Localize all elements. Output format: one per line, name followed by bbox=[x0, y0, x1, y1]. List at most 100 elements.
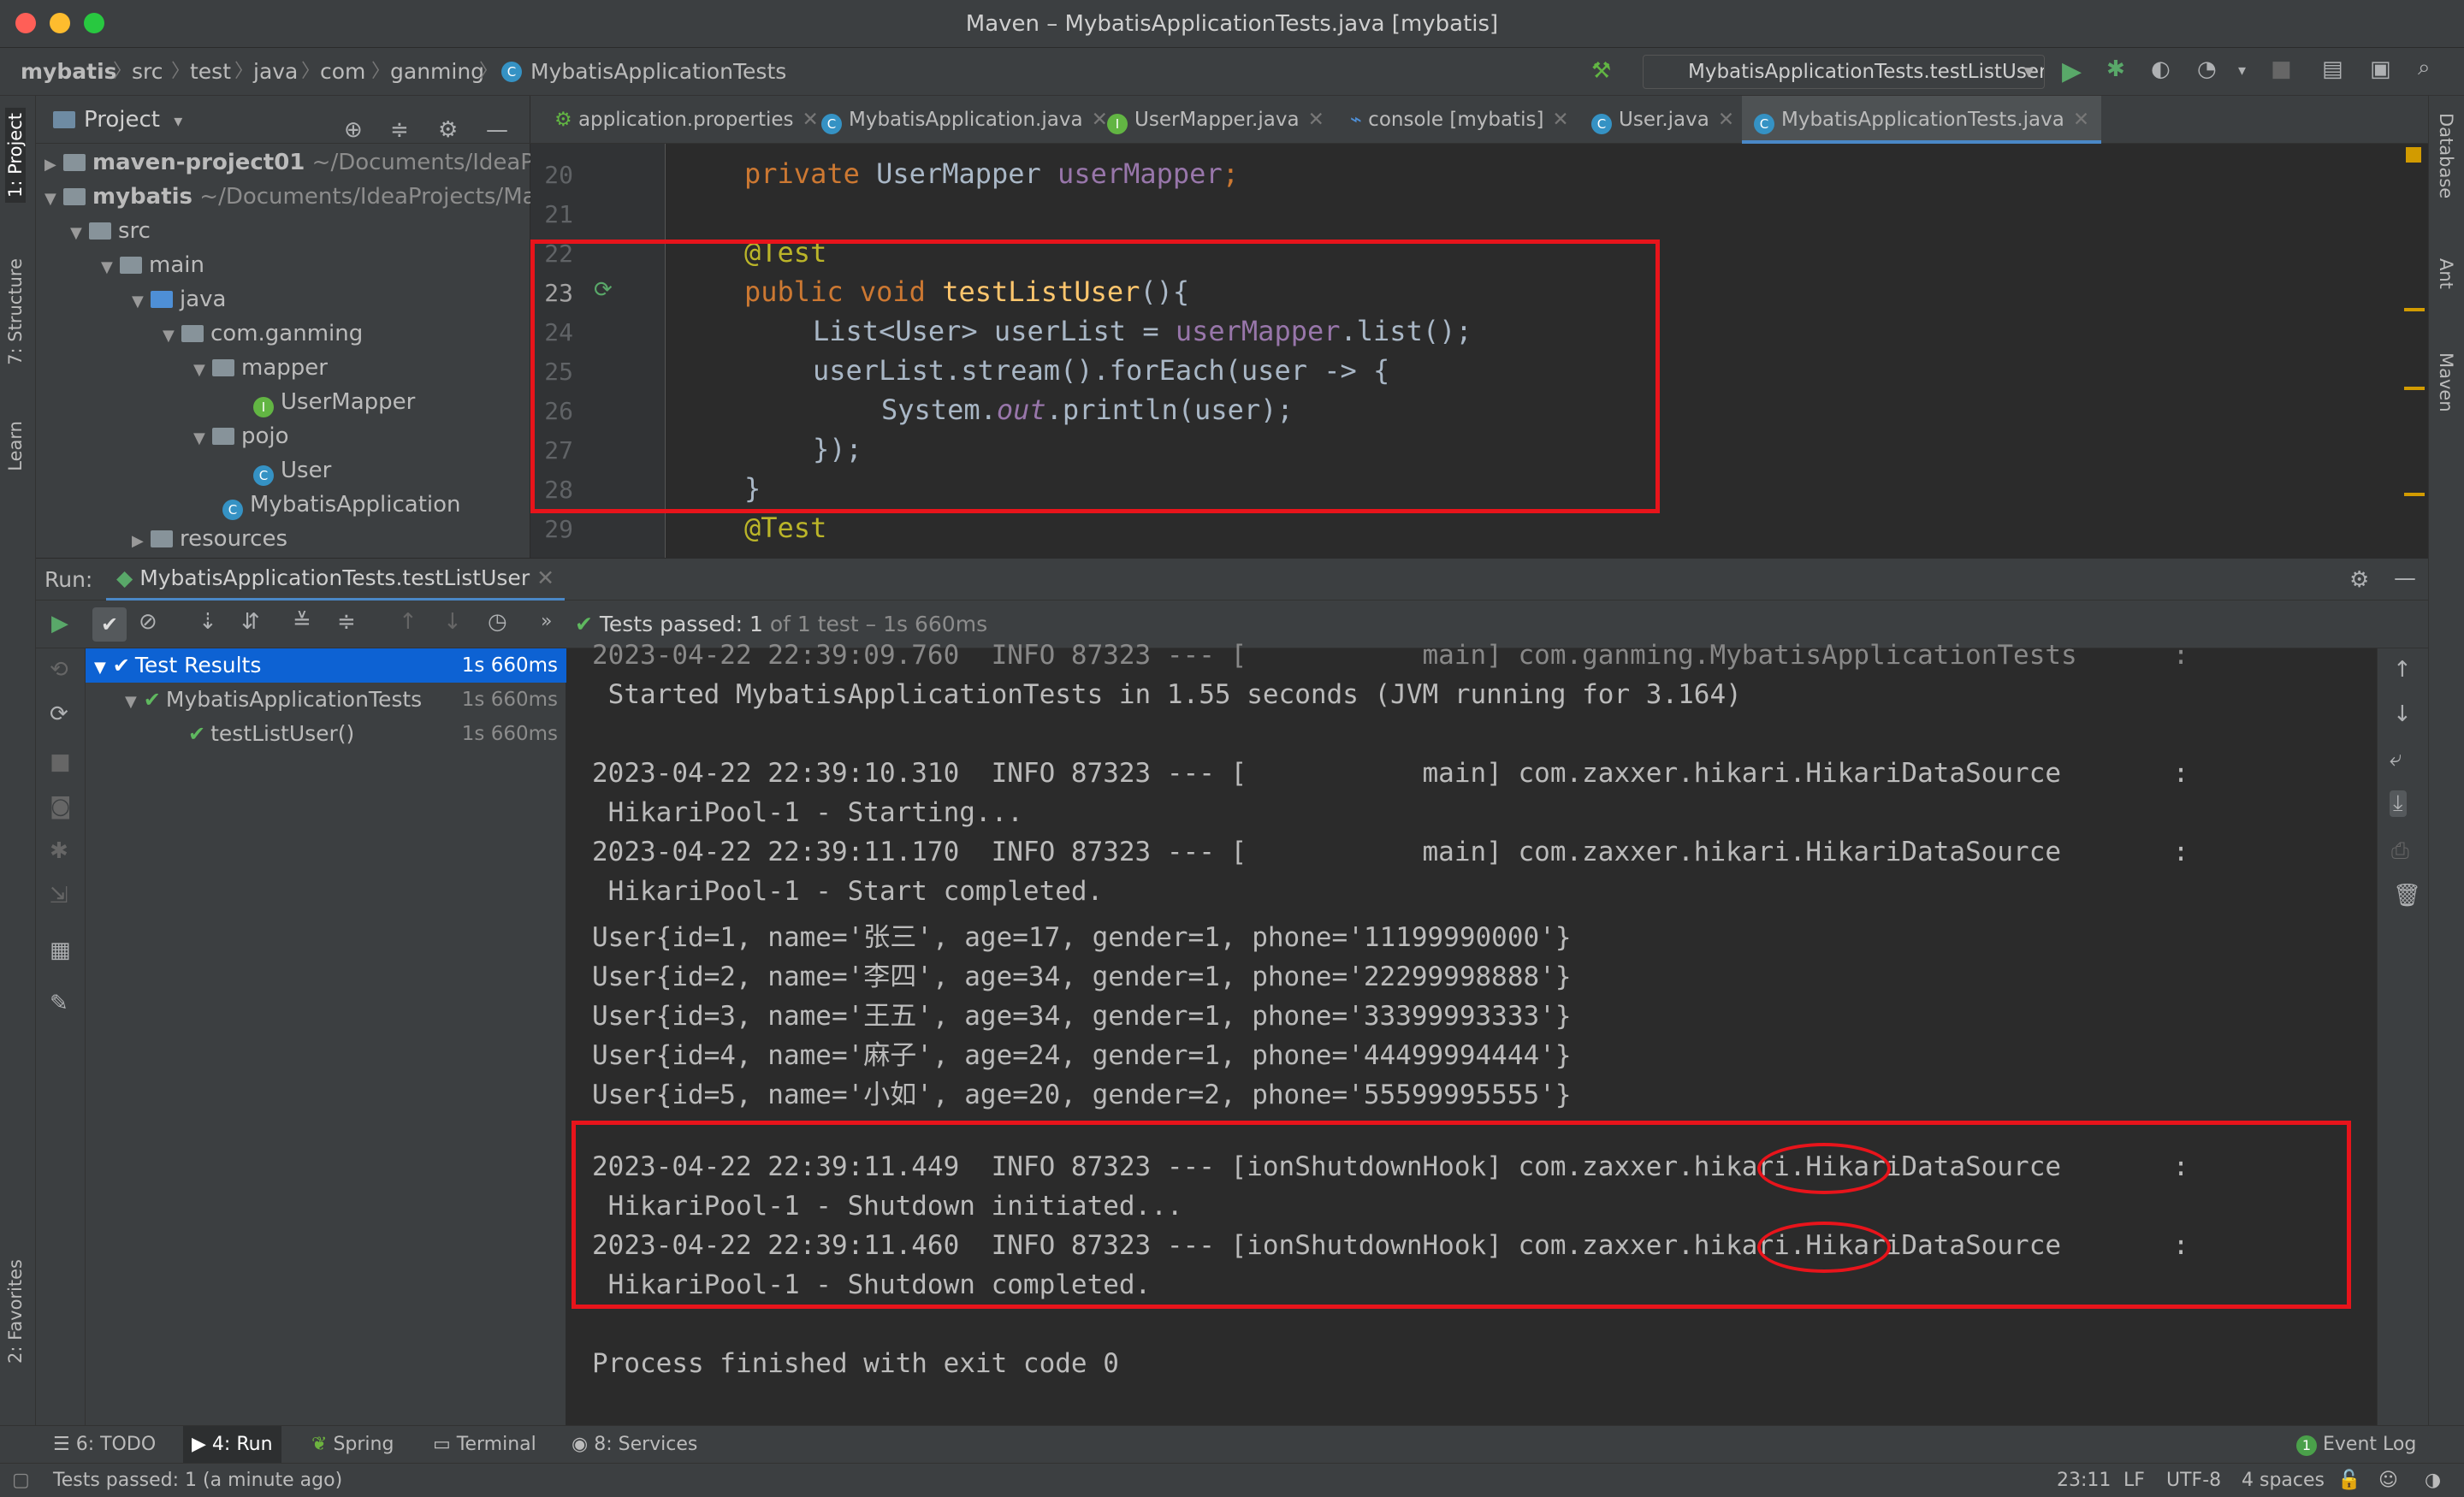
event-log-tool-button[interactable]: 1 Event Log bbox=[2296, 1426, 2416, 1464]
run-test-gutter-icon[interactable]: ⟳ bbox=[594, 277, 613, 303]
profile-icon[interactable]: ◔ bbox=[2197, 56, 2217, 82]
tree-item-src[interactable]: ▼ src bbox=[70, 214, 151, 248]
expand-all-icon[interactable]: ≚ bbox=[293, 609, 311, 635]
run-icon[interactable]: ▶ bbox=[2062, 56, 2082, 86]
trash-icon[interactable]: 🗑 bbox=[2393, 883, 2421, 908]
tree-item-package[interactable]: ▼ com.ganming bbox=[163, 317, 363, 351]
run-configuration-select[interactable]: MybatisApplicationTests.testListUser ▾ bbox=[1643, 55, 2045, 89]
terminal-tool-button[interactable]: ▭ Terminal bbox=[433, 1426, 536, 1464]
status-message[interactable]: Tests passed: 1 (a minute ago) bbox=[53, 1464, 342, 1497]
tree-item-resources[interactable]: ▶ resources bbox=[132, 522, 287, 556]
spring-tool-button[interactable]: ❦ Spring bbox=[311, 1426, 394, 1464]
scroll-to-end-icon[interactable]: ⤓ bbox=[2390, 790, 2407, 817]
code-editor[interactable] bbox=[530, 144, 2428, 558]
ant-tool-tab[interactable]: Ant bbox=[2436, 258, 2456, 289]
stop-icon[interactable]: ■ bbox=[50, 749, 71, 775]
layout-icon[interactable]: ▦ bbox=[50, 938, 71, 963]
next-failed-icon[interactable]: ↓ bbox=[443, 609, 462, 635]
test-method-row[interactable]: ✔ testListUser() 1s 660ms bbox=[86, 717, 566, 751]
breadcrumb-test[interactable]: test bbox=[190, 48, 231, 96]
arrow-up-icon[interactable]: ↑ bbox=[2393, 657, 2412, 683]
build-hammer-icon[interactable]: ⚒ bbox=[1591, 58, 1611, 84]
inspection-warning-icon[interactable] bbox=[2406, 147, 2421, 163]
pin-icon[interactable]: ✎ bbox=[50, 991, 68, 1016]
breadcrumb-mybatis[interactable]: mybatis bbox=[21, 48, 117, 96]
sort-alphabetically-icon[interactable]: ⇣ bbox=[198, 609, 217, 635]
favorites-tool-tab[interactable]: 2: Favorites bbox=[5, 1259, 26, 1364]
todo-tool-button[interactable]: ☰ 6: TODO bbox=[53, 1426, 156, 1464]
collapse-all-icon[interactable]: ≑ bbox=[337, 609, 356, 635]
more-actions-icon[interactable]: » bbox=[541, 611, 552, 632]
test-history-icon[interactable]: ◷ bbox=[488, 609, 507, 635]
indent-setting[interactable]: 4 spaces bbox=[2242, 1464, 2325, 1497]
rerun-icon[interactable]: ▶ bbox=[51, 611, 68, 636]
tree-item-mapper[interactable]: ▼ mapper bbox=[193, 351, 328, 385]
breadcrumb-class[interactable]: MybatisApplicationTests bbox=[530, 48, 786, 96]
memory-indicator-icon[interactable]: ◑ bbox=[2425, 1464, 2441, 1497]
tree-item-pojo[interactable]: ▼ pojo bbox=[193, 419, 289, 453]
more-run-options-icon[interactable]: ▾ bbox=[2238, 62, 2246, 80]
warning-marker[interactable] bbox=[2404, 387, 2425, 390]
file-encoding[interactable]: UTF-8 bbox=[2166, 1464, 2221, 1497]
tab-application-properties[interactable]: ⚙ application.properties ✕ bbox=[546, 96, 827, 144]
tree-item-user[interactable]: C User bbox=[253, 453, 331, 488]
debug-icon[interactable]: ✱ bbox=[50, 838, 68, 864]
tree-item-mybatis[interactable]: ▼ mybatis ~/Documents/IdeaProjects/Ma bbox=[44, 180, 536, 214]
structure-tool-tab[interactable]: 7: Structure bbox=[5, 258, 26, 365]
tab-mybatisapplicationtests[interactable]: C MybatisApplicationTests.java ✕ bbox=[1742, 96, 2102, 144]
tree-item-usermapper[interactable]: I UserMapper bbox=[253, 385, 415, 419]
debug-bug-icon[interactable]: ✱ bbox=[2106, 56, 2125, 82]
layout-icon[interactable]: ▣ bbox=[2370, 56, 2391, 82]
project-tool-tab[interactable]: 1: Project bbox=[5, 108, 26, 203]
hide-panel-icon[interactable]: — bbox=[2394, 565, 2416, 591]
project-view-icon bbox=[53, 111, 75, 128]
learn-tool-tab[interactable]: Learn bbox=[5, 421, 26, 471]
rerun-failed-icon[interactable]: ⟳ bbox=[50, 701, 68, 727]
export-icon[interactable]: ⇲ bbox=[50, 883, 68, 908]
inspection-profile-icon[interactable]: ☺ bbox=[2378, 1464, 2398, 1497]
tree-item-java[interactable]: ▼ java bbox=[132, 282, 226, 317]
tab-console[interactable]: ⌁ console [mybatis] ✕ bbox=[1342, 96, 1578, 144]
test-results-root[interactable]: ▼ ✔ Test Results 1s 660ms bbox=[86, 648, 566, 683]
warning-marker[interactable] bbox=[2404, 493, 2425, 496]
caret-position[interactable]: 23:11 bbox=[2057, 1464, 2111, 1497]
stop-icon[interactable]: ■ bbox=[2271, 56, 2292, 82]
gear-icon[interactable]: ⚙ bbox=[2349, 567, 2369, 593]
breadcrumb-com[interactable]: com bbox=[320, 48, 365, 96]
previous-failed-icon[interactable]: ↑ bbox=[399, 609, 418, 635]
toggle-tool-windows-icon[interactable]: ▢ bbox=[12, 1464, 30, 1497]
maven-tool-tab[interactable]: Maven bbox=[2436, 352, 2456, 412]
show-passed-toggle[interactable]: ✔ bbox=[92, 607, 127, 642]
tab-mybatisapplication[interactable]: C MybatisApplication.java ✕ bbox=[813, 96, 1116, 144]
breadcrumb-ganming[interactable]: ganming bbox=[390, 48, 484, 96]
dropdown-arrow-icon[interactable]: ▾ bbox=[174, 110, 182, 131]
test-class-row[interactable]: ▼ ✔ MybatisApplicationTests 1s 660ms bbox=[86, 683, 566, 717]
sort-by-duration-icon[interactable]: ⇵ bbox=[241, 609, 260, 635]
breadcrumb-java[interactable]: java bbox=[253, 48, 298, 96]
services-tool-button[interactable]: ◉ 8: Services bbox=[572, 1426, 697, 1464]
tree-item-main[interactable]: ▼ main bbox=[101, 248, 204, 282]
run-tab[interactable]: ◆ MybatisApplicationTests.testListUser ✕ bbox=[106, 559, 566, 601]
project-panel-title[interactable]: Project bbox=[84, 107, 160, 133]
coverage-icon[interactable]: ◐ bbox=[2151, 56, 2171, 82]
database-tool-tab[interactable]: Database bbox=[2436, 113, 2456, 198]
print-icon[interactable]: ⎙ bbox=[2391, 838, 2409, 865]
tab-user[interactable]: C User.java ✕ bbox=[1583, 96, 1743, 144]
arrow-down-icon[interactable]: ↓ bbox=[2393, 701, 2412, 727]
code-line-28: } bbox=[744, 472, 761, 505]
project-structure-icon[interactable]: ▤ bbox=[2322, 56, 2343, 82]
soft-wrap-icon[interactable]: ⤶ bbox=[2390, 746, 2402, 772]
tab-usermapper[interactable]: I UserMapper.java ✕ bbox=[1099, 96, 1333, 144]
lock-icon[interactable]: 🔓 bbox=[2337, 1464, 2360, 1497]
search-icon[interactable]: ⌕ bbox=[2418, 55, 2431, 81]
restart-icon[interactable]: ⟲ bbox=[50, 657, 68, 683]
tree-item-mybatisapplication[interactable]: C MybatisApplication bbox=[222, 488, 461, 522]
right-tool-strip: Database Ant Maven bbox=[2428, 96, 2464, 1456]
breadcrumb-src[interactable]: src bbox=[132, 48, 163, 96]
run-tool-button[interactable]: ▶ 4: Run bbox=[183, 1426, 281, 1464]
dump-threads-icon[interactable]: ◙ bbox=[50, 794, 71, 820]
tree-item-maven-project01[interactable]: ▶ maven-project01 ~/Documents/IdeaPro bbox=[44, 145, 556, 180]
show-ignored-icon[interactable]: ⊘ bbox=[139, 609, 157, 635]
line-separator[interactable]: LF bbox=[2123, 1464, 2145, 1497]
warning-marker[interactable] bbox=[2404, 308, 2425, 311]
